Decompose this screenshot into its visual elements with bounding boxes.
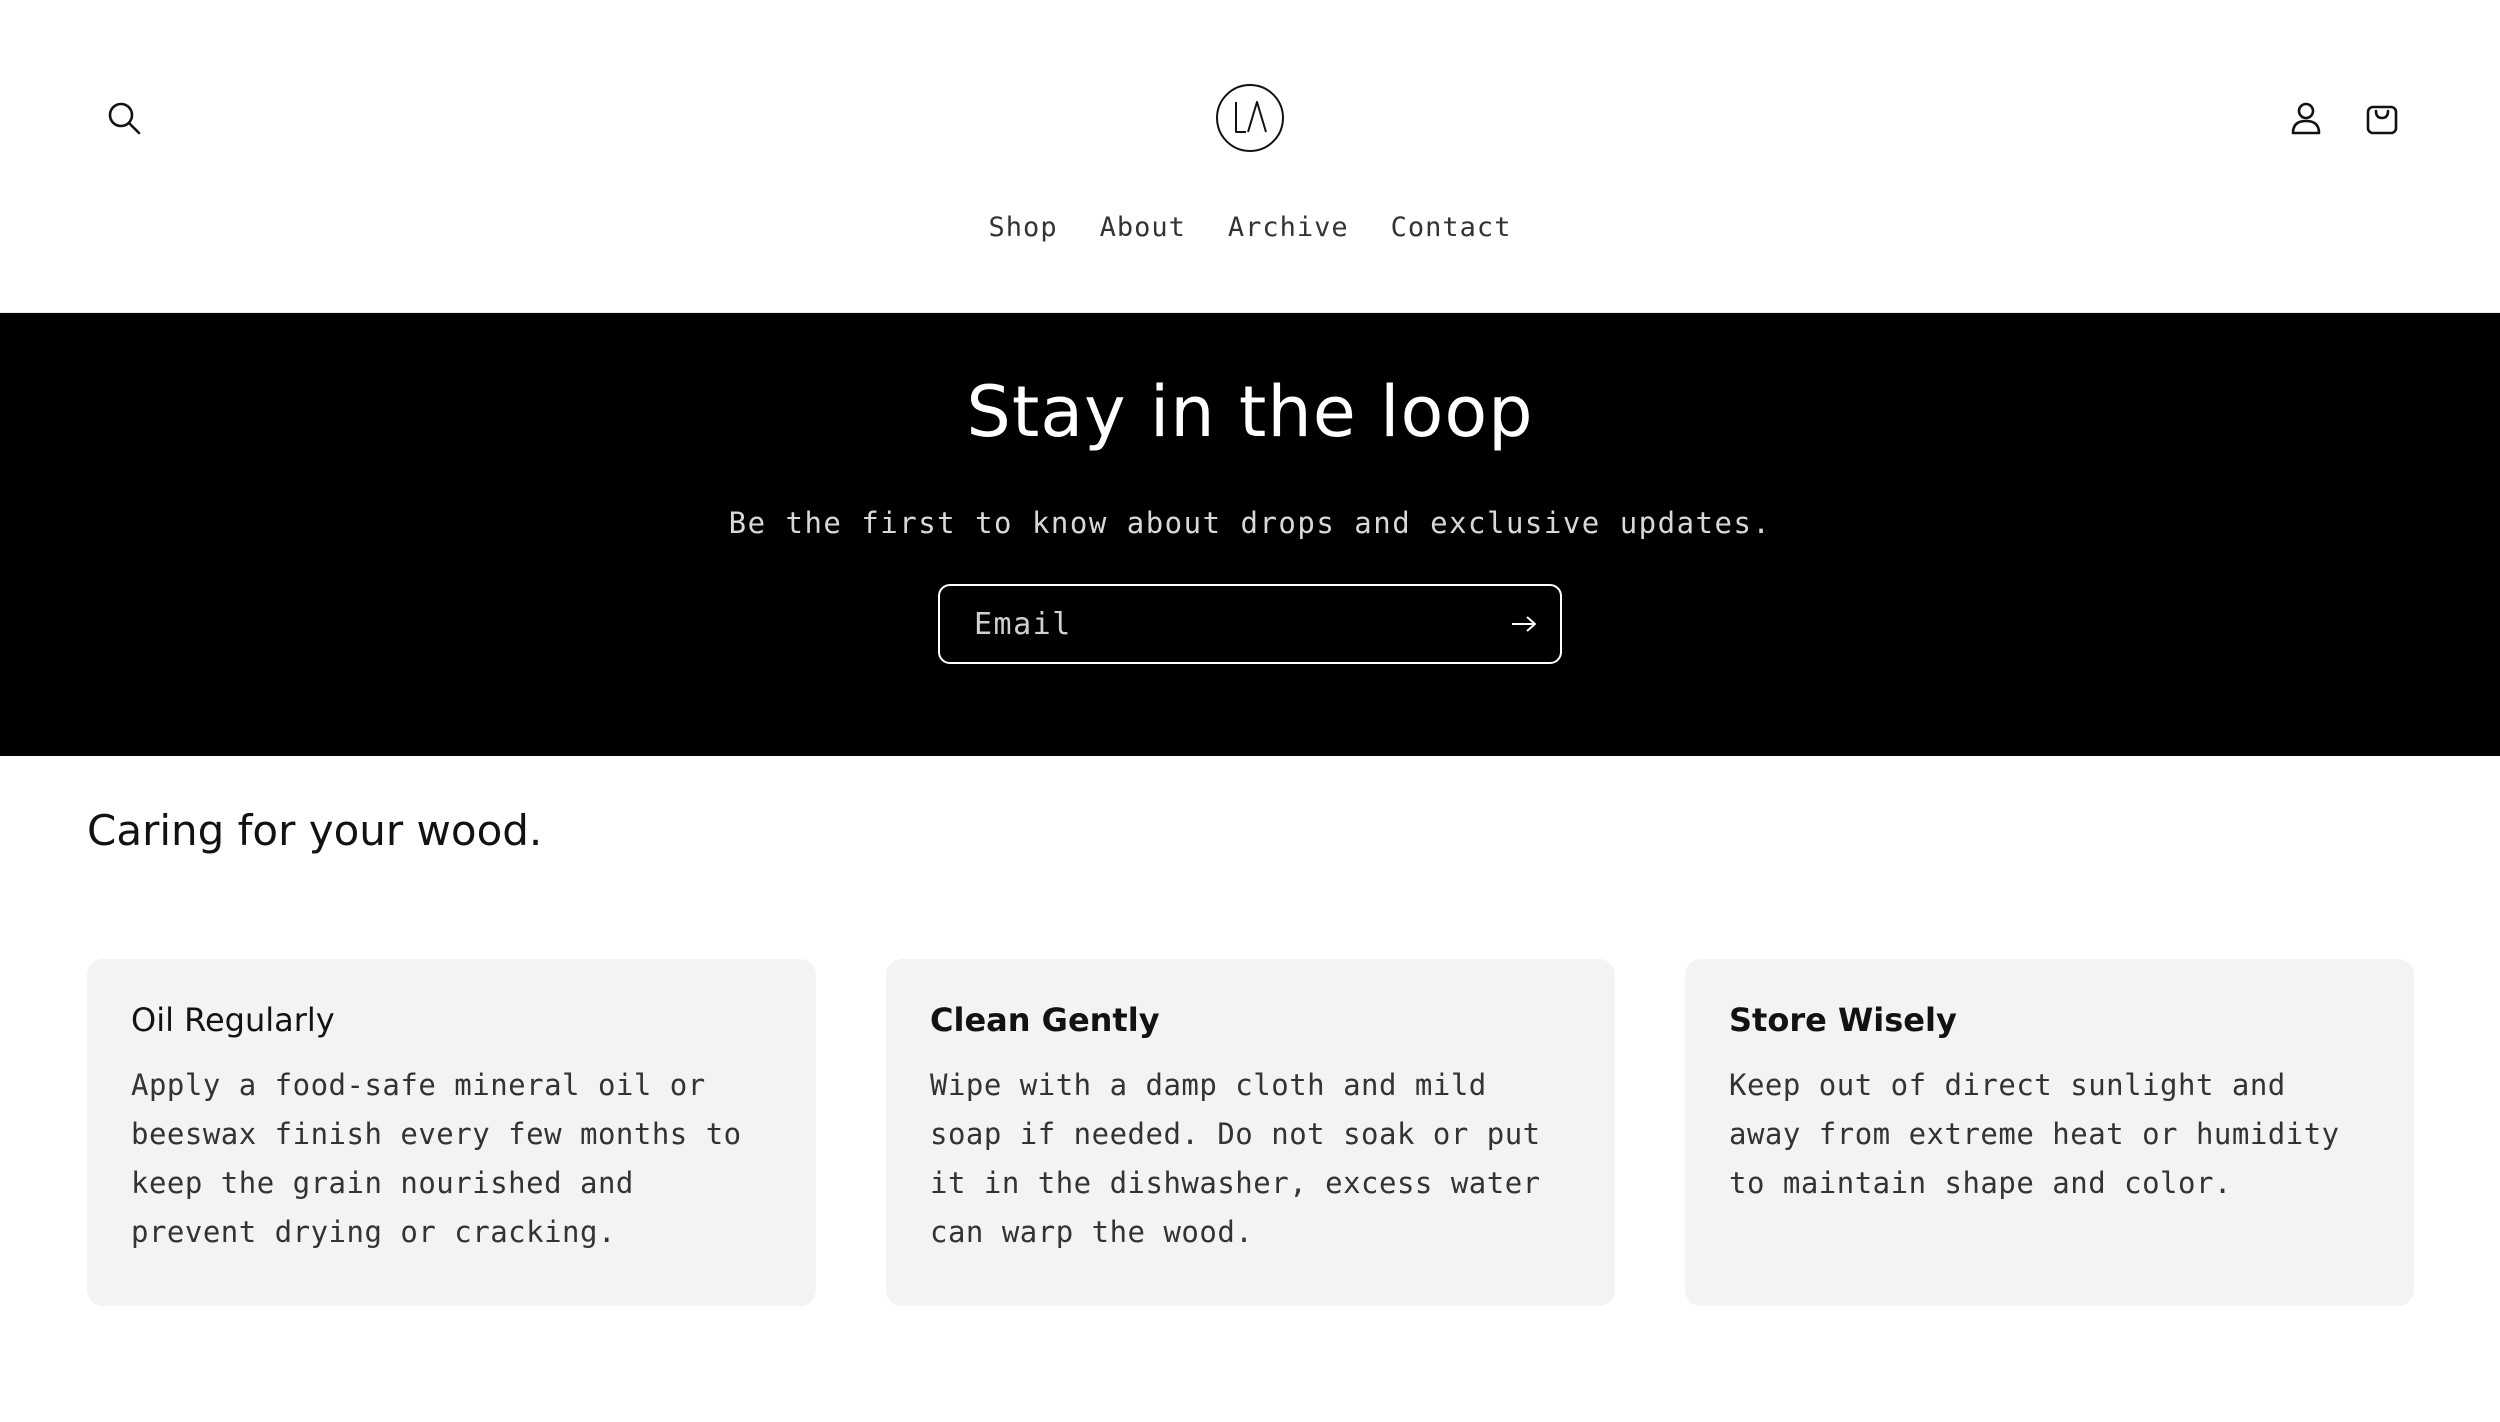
nav-link-archive[interactable]: Archive [1207, 204, 1370, 251]
subscribe-button[interactable] [1504, 604, 1544, 644]
care-card: Store Wisely Keep out of direct sunlight… [1685, 959, 2414, 1306]
newsletter-section: Stay in the loop Be the first to know ab… [0, 313, 2500, 756]
account-button[interactable] [2274, 86, 2338, 150]
brand-logo[interactable] [1214, 82, 1286, 154]
search-icon [108, 102, 141, 135]
newsletter-title: Stay in the loop [966, 371, 1534, 453]
arrow-right-icon [1512, 616, 1536, 632]
care-card: Clean Gently Wipe with a damp cloth and … [886, 959, 1615, 1306]
email-input[interactable] [940, 586, 1480, 662]
search-button[interactable] [92, 86, 156, 150]
card-title: Clean Gently [930, 1001, 1160, 1039]
care-title: Caring for your wood. [87, 806, 543, 855]
cart-icon [2366, 105, 2398, 135]
card-body: Keep out of direct sunlight and away fro… [1729, 1068, 2340, 1200]
care-card: Oil Regularly Apply a food-safe mineral … [87, 959, 816, 1306]
logo-icon [1216, 84, 1284, 152]
nav-link-about[interactable]: About [1079, 204, 1207, 251]
nav-link-contact[interactable]: Contact [1370, 204, 1533, 251]
newsletter-subtitle: Be the first to know about drops and exc… [728, 506, 1772, 540]
card-body: Apply a food-safe mineral oil or beeswax… [131, 1068, 742, 1249]
email-field [938, 584, 1562, 664]
account-icon [2291, 102, 2321, 135]
nav-link-shop[interactable]: Shop [968, 204, 1079, 251]
main-nav: Shop About Archive Contact [0, 204, 2500, 251]
card-title: Store Wisely [1729, 1001, 1957, 1039]
card-title: Oil Regularly [131, 1001, 335, 1039]
cart-button[interactable] [2350, 86, 2414, 150]
site-header: Shop About Archive Contact [0, 0, 2500, 313]
card-body: Wipe with a damp cloth and mild soap if … [930, 1068, 1541, 1249]
